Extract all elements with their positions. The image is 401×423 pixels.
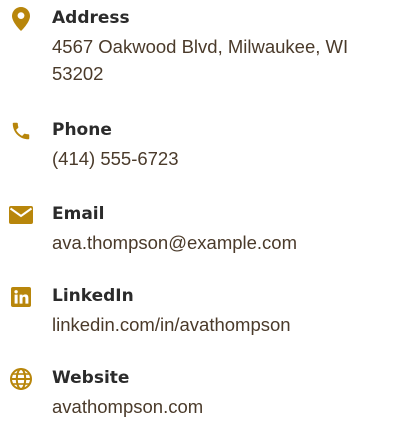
phone-value[interactable]: (414) 555-6723: [52, 145, 397, 172]
linkedin-value[interactable]: linkedin.com/in/avathompson: [52, 311, 397, 338]
website-value[interactable]: avathompson.com: [52, 393, 397, 420]
email-label: Email: [52, 204, 105, 224]
email-value[interactable]: ava.thompson@example.com: [52, 229, 397, 256]
address-value: 4567 Oakwood Blvd, Milwaukee, WI 53202: [52, 36, 349, 84]
phone-icon: [8, 118, 34, 144]
website-label: Website: [52, 368, 130, 388]
phone-label: Phone: [52, 120, 112, 140]
envelope-icon: [8, 202, 34, 228]
linkedin-label: LinkedIn: [52, 286, 134, 306]
globe-icon: [8, 366, 34, 392]
address-label: Address: [52, 8, 130, 28]
linkedin-icon: [8, 284, 34, 310]
map-pin-icon: [8, 6, 34, 32]
